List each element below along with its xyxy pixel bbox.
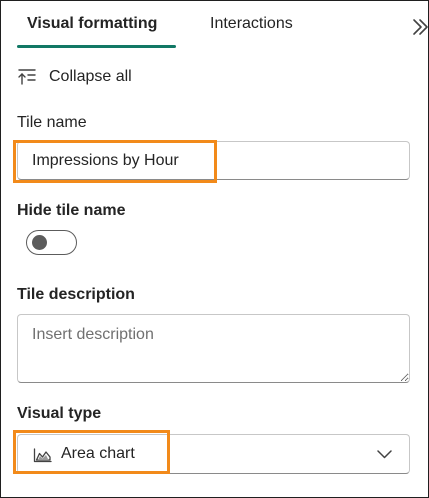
visual-type-label: Visual type (17, 405, 102, 422)
visual-type-dropdown[interactable]: Area chart (17, 434, 410, 474)
hide-tile-name-label: Hide tile name (17, 202, 126, 219)
collapse-all-button[interactable]: Collapse all (17, 66, 132, 88)
visual-formatting-pane: Visual formatting Interactions Collapse … (0, 0, 429, 498)
tile-description-label: Tile description (17, 286, 135, 303)
area-chart-icon (33, 448, 52, 463)
active-tab-indicator (17, 45, 176, 48)
tile-name-label: Tile name (17, 114, 87, 131)
tab-interactions[interactable]: Interactions (210, 15, 293, 33)
visual-type-selected-value: Area chart (61, 445, 135, 462)
tab-bar: Visual formatting Interactions (1, 1, 428, 51)
tile-description-textarea[interactable] (17, 314, 410, 383)
tab-visual-formatting[interactable]: Visual formatting (27, 15, 157, 33)
collapse-all-label: Collapse all (49, 68, 132, 85)
tile-name-input[interactable] (17, 141, 410, 180)
chevron-down-icon (377, 450, 392, 459)
double-chevron-right-icon[interactable] (411, 17, 429, 37)
toggle-knob (32, 234, 47, 250)
collapse-all-icon (18, 69, 36, 85)
hide-tile-name-toggle[interactable] (26, 230, 77, 255)
